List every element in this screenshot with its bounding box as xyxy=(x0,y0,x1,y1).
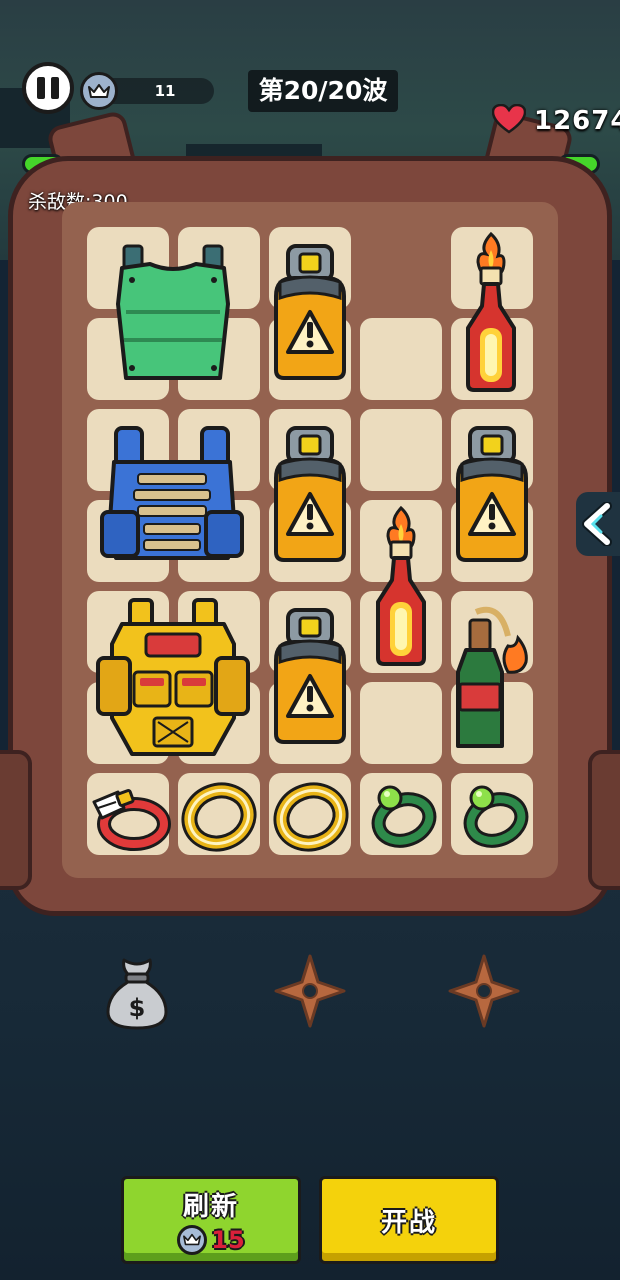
refresh-cost: 15 xyxy=(177,1224,245,1255)
gas-canister-icon[interactable] xyxy=(270,606,350,746)
backpack-pocket-left xyxy=(0,750,32,890)
crown-count: 11 xyxy=(154,82,176,100)
start-battle-label: 开战 xyxy=(380,1207,437,1238)
money-bag-icon[interactable]: $ xyxy=(104,956,170,1030)
gold-ring-icon[interactable] xyxy=(180,780,258,850)
backpack-pocket-right xyxy=(588,750,620,890)
refresh-button[interactable]: 刷新 15 xyxy=(121,1176,301,1264)
gas-canister-icon[interactable] xyxy=(270,424,350,564)
collapse-panel-button[interactable] xyxy=(576,492,620,556)
gold-armor-vest-icon[interactable] xyxy=(96,598,250,758)
green-bottle-molotov-icon[interactable] xyxy=(446,602,536,752)
molotov-bottle-icon[interactable] xyxy=(370,506,432,668)
chevron-left-icon xyxy=(582,502,612,546)
start-battle-button[interactable]: 开战 xyxy=(319,1176,499,1264)
health-value: 12674 xyxy=(534,106,620,136)
green-gem-ring-icon[interactable] xyxy=(364,778,440,848)
green-gem-ring-icon[interactable] xyxy=(456,778,532,848)
pause-button[interactable] xyxy=(22,62,74,114)
shuriken-icon[interactable] xyxy=(274,954,346,1028)
backpack-slot[interactable] xyxy=(360,409,442,491)
gas-canister-icon[interactable] xyxy=(452,424,532,564)
svg-text:$: $ xyxy=(129,994,146,1022)
backpack-slot[interactable] xyxy=(360,318,442,400)
green-armor-vest-icon[interactable] xyxy=(110,240,236,386)
wave-indicator: 第20/20波 xyxy=(248,70,398,112)
molotov-bottle-icon[interactable] xyxy=(460,232,522,394)
crown-coin-icon xyxy=(177,1224,208,1255)
ground-background xyxy=(0,860,620,1280)
refresh-cost-value: 15 xyxy=(211,1225,245,1254)
crown-coin-icon xyxy=(80,72,118,110)
gold-ring-icon[interactable] xyxy=(272,780,350,850)
winged-red-ring-icon[interactable] xyxy=(88,778,171,851)
backpack-slot[interactable] xyxy=(360,682,442,764)
heart-icon xyxy=(491,103,527,134)
gas-canister-icon[interactable] xyxy=(270,242,350,382)
shuriken-icon[interactable] xyxy=(448,954,520,1028)
refresh-button-label: 刷新 xyxy=(182,1191,239,1222)
blue-armor-vest-icon[interactable] xyxy=(100,424,244,564)
